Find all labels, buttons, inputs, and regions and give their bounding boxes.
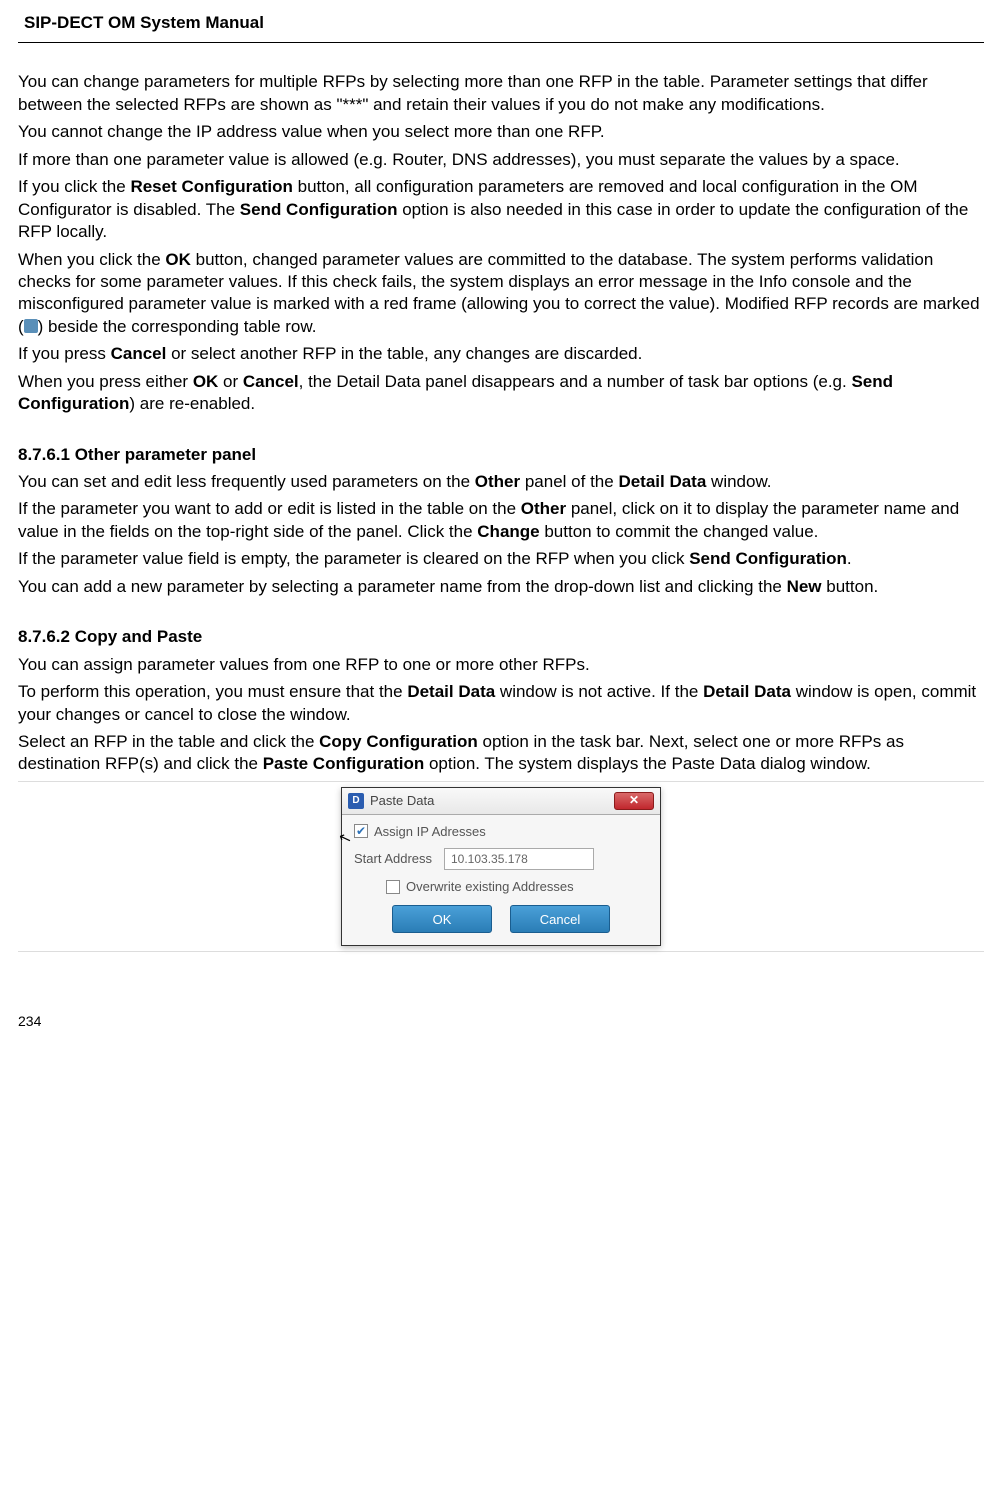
cancel-button[interactable]: Cancel bbox=[510, 905, 610, 933]
cursor-icon: ↖ bbox=[336, 827, 355, 850]
paragraph: When you press either OK or Cancel, the … bbox=[18, 371, 984, 416]
assign-ip-checkbox[interactable]: ✔ bbox=[354, 824, 368, 838]
bold-term: OK bbox=[193, 372, 219, 391]
page-content: You can change parameters for multiple R… bbox=[18, 71, 984, 1030]
paste-data-dialog-figure: D Paste Data ✕ ↖ ✔ Assign IP Adresses St… bbox=[18, 781, 984, 952]
close-button[interactable]: ✕ bbox=[614, 792, 654, 810]
text: button. bbox=[822, 577, 879, 596]
text: window is not active. If the bbox=[495, 682, 703, 701]
bold-term: Cancel bbox=[243, 372, 299, 391]
bold-term: Detail Data bbox=[618, 472, 706, 491]
text: To perform this operation, you must ensu… bbox=[18, 682, 407, 701]
bold-term: Cancel bbox=[111, 344, 167, 363]
paragraph: You can add a new parameter by selecting… bbox=[18, 576, 984, 598]
bold-term: Other bbox=[521, 499, 566, 518]
text: panel of the bbox=[520, 472, 618, 491]
bold-term: New bbox=[787, 577, 822, 596]
paragraph: If you click the Reset Configuration but… bbox=[18, 176, 984, 243]
dialog-title: Paste Data bbox=[370, 792, 614, 809]
text: ) beside the corresponding table row. bbox=[38, 317, 317, 336]
paragraph: If more than one parameter value is allo… bbox=[18, 149, 984, 171]
bold-term: Send Configuration bbox=[689, 549, 847, 568]
page-number: 234 bbox=[18, 1012, 984, 1030]
paragraph: If you press Cancel or select another RF… bbox=[18, 343, 984, 365]
paste-data-dialog: D Paste Data ✕ ↖ ✔ Assign IP Adresses St… bbox=[341, 787, 661, 946]
bold-term: Detail Data bbox=[703, 682, 791, 701]
paragraph: If the parameter value field is empty, t… bbox=[18, 548, 984, 570]
text: window. bbox=[706, 472, 771, 491]
text: You can add a new parameter by selecting… bbox=[18, 577, 787, 596]
text: If the parameter value field is empty, t… bbox=[18, 549, 689, 568]
modified-marker-icon bbox=[24, 319, 38, 333]
section-heading-copy-and-paste: 8.7.6.2 Copy and Paste bbox=[18, 626, 984, 648]
paragraph: Select an RFP in the table and click the… bbox=[18, 731, 984, 776]
text: or bbox=[218, 372, 243, 391]
text: ) are re-enabled. bbox=[129, 394, 255, 413]
text: If you press bbox=[18, 344, 111, 363]
bold-term: Send Configuration bbox=[240, 200, 398, 219]
paragraph: If the parameter you want to add or edit… bbox=[18, 498, 984, 543]
manual-header: SIP-DECT OM System Manual bbox=[18, 12, 984, 43]
text: button to commit the changed value. bbox=[540, 522, 819, 541]
text: If the parameter you want to add or edit… bbox=[18, 499, 521, 518]
manual-title: SIP-DECT OM System Manual bbox=[18, 12, 984, 34]
dialog-app-icon: D bbox=[348, 793, 364, 809]
paragraph: You can assign parameter values from one… bbox=[18, 654, 984, 676]
paragraph: You cannot change the IP address value w… bbox=[18, 121, 984, 143]
bold-term: Detail Data bbox=[407, 682, 495, 701]
text: . bbox=[847, 549, 852, 568]
overwrite-label: Overwrite existing Addresses bbox=[406, 878, 574, 895]
paragraph: When you click the OK button, changed pa… bbox=[18, 249, 984, 339]
bold-term: Copy Configuration bbox=[319, 732, 478, 751]
assign-ip-label: Assign IP Adresses bbox=[374, 823, 486, 840]
paragraph: To perform this operation, you must ensu… bbox=[18, 681, 984, 726]
section-heading-other-parameter-panel: 8.7.6.1 Other parameter panel bbox=[18, 444, 984, 466]
bold-term: Change bbox=[477, 522, 539, 541]
bold-term: OK bbox=[165, 250, 191, 269]
dialog-titlebar: D Paste Data ✕ bbox=[342, 788, 660, 815]
overwrite-checkbox[interactable] bbox=[386, 880, 400, 894]
text: Select an RFP in the table and click the bbox=[18, 732, 319, 751]
ok-button[interactable]: OK bbox=[392, 905, 492, 933]
dialog-button-row: OK Cancel bbox=[354, 905, 648, 933]
text: , the Detail Data panel disappears and a… bbox=[299, 372, 852, 391]
text: When you click the bbox=[18, 250, 165, 269]
assign-ip-row: ✔ Assign IP Adresses bbox=[354, 823, 648, 840]
bold-term: Paste Configuration bbox=[263, 754, 425, 773]
paragraph: You can set and edit less frequently use… bbox=[18, 471, 984, 493]
text: or select another RFP in the table, any … bbox=[166, 344, 642, 363]
overwrite-row: Overwrite existing Addresses bbox=[386, 878, 648, 895]
text: option. The system displays the Paste Da… bbox=[424, 754, 871, 773]
dialog-body: ↖ ✔ Assign IP Adresses Start Address Ove… bbox=[342, 815, 660, 945]
bold-term: Reset Configuration bbox=[130, 177, 292, 196]
bold-term: Other bbox=[475, 472, 520, 491]
start-address-row: Start Address bbox=[354, 848, 648, 870]
start-address-label: Start Address bbox=[354, 850, 434, 867]
paragraph: You can change parameters for multiple R… bbox=[18, 71, 984, 116]
text: When you press either bbox=[18, 372, 193, 391]
text: If you click the bbox=[18, 177, 130, 196]
text: You can set and edit less frequently use… bbox=[18, 472, 475, 491]
start-address-input[interactable] bbox=[444, 848, 594, 870]
